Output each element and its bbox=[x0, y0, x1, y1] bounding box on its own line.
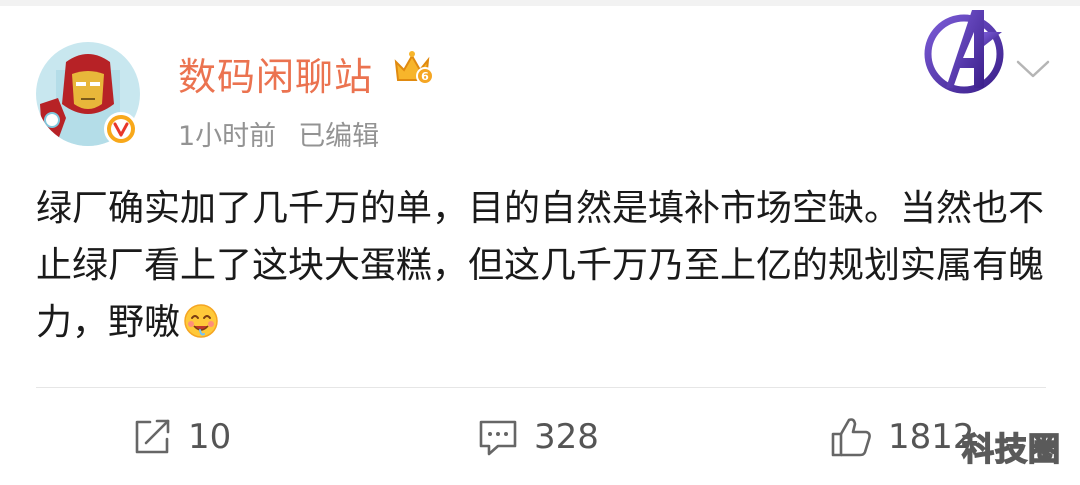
more-chevron-icon[interactable] bbox=[1012, 54, 1054, 84]
verified-badge bbox=[104, 112, 138, 146]
post-text: 绿厂确实加了几千万的单，目的自然是填补市场空缺。当然也不止绿厂看上了这块大蛋糕，… bbox=[36, 180, 1046, 351]
author-name[interactable]: 数码闲聊站 bbox=[178, 46, 373, 101]
vip-crown-icon[interactable]: 6 bbox=[392, 48, 436, 88]
avengers-logo-icon bbox=[922, 2, 1008, 98]
post-time: 1小时前 bbox=[178, 121, 277, 152]
watermark: 科技圈 bbox=[961, 429, 1062, 469]
comment-icon bbox=[479, 420, 517, 456]
like-button[interactable]: 1812 bbox=[828, 412, 975, 462]
comment-count: 328 bbox=[534, 417, 599, 457]
repost-button[interactable]: 10 bbox=[130, 412, 231, 462]
comment-button[interactable]: 328 bbox=[476, 412, 599, 462]
verified-v-icon bbox=[111, 119, 131, 139]
repost-icon bbox=[135, 419, 170, 454]
thumbs-up-icon bbox=[831, 418, 871, 457]
drooling-face-emoji-icon bbox=[182, 300, 220, 338]
edited-label[interactable]: 已编辑 bbox=[298, 121, 379, 152]
divider bbox=[36, 387, 1046, 388]
member-level: 6 bbox=[421, 70, 429, 83]
post-meta: 1小时前 已编辑 bbox=[178, 114, 401, 153]
repost-count: 10 bbox=[188, 417, 232, 457]
top-strip bbox=[0, 0, 1080, 6]
